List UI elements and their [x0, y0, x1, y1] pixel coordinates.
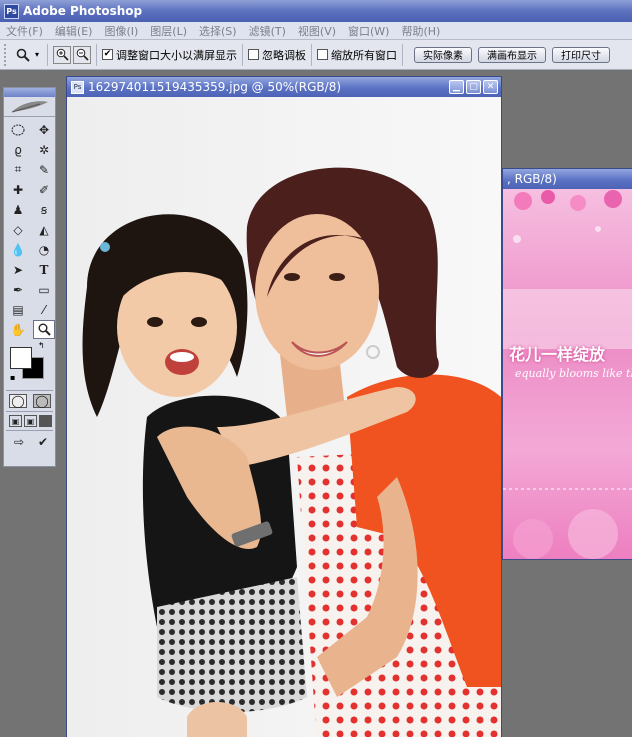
clone-stamp-icon[interactable]: ♟	[7, 200, 29, 219]
tool-preset-dropdown-icon[interactable]: ▾	[32, 46, 42, 64]
photoshop-logo-icon: Ps	[4, 3, 19, 19]
foreground-color-swatch[interactable]	[10, 347, 32, 369]
standard-mode-icon[interactable]: ◯	[9, 394, 27, 408]
document-icon: Ps	[71, 80, 84, 94]
separator	[47, 43, 48, 66]
app-title: Adobe Photoshop	[23, 4, 143, 18]
zoom-in-icon[interactable]	[53, 45, 71, 64]
family-photo	[82, 167, 501, 737]
ignore-palettes-checkbox[interactable]: 忽略调板	[248, 47, 306, 63]
resize-window-label: 调整窗口大小以满屏显示	[116, 48, 237, 62]
magic-wand-icon[interactable]: ✲	[33, 140, 55, 159]
marquee-tool-icon[interactable]	[7, 120, 29, 139]
document-window-main[interactable]: Ps 162974011519435359.jpg @ 50%(RGB/8) ▁…	[66, 76, 502, 737]
zoom-all-label: 缩放所有窗口	[331, 48, 397, 62]
fit-screen-button[interactable]: 满画布显示	[478, 46, 546, 63]
screen-mode-full-icon[interactable]	[39, 415, 52, 427]
history-brush-icon[interactable]: ꞩ	[33, 200, 55, 219]
menubar: 文件(F) 编辑(E) 图像(I) 图层(L) 选择(S) 滤镜(T) 视图(V…	[0, 22, 632, 40]
print-size-button[interactable]: 打印尺寸	[552, 46, 610, 63]
menu-image[interactable]: 图像(I)	[98, 23, 144, 39]
menu-window[interactable]: 窗口(W)	[342, 23, 395, 39]
divider	[6, 430, 53, 431]
separator	[311, 43, 312, 66]
menu-select[interactable]: 选择(S)	[193, 23, 243, 39]
resize-window-checkbox[interactable]: ✔ 调整窗口大小以满屏显示	[102, 47, 237, 63]
menu-file[interactable]: 文件(F)	[0, 23, 49, 39]
shape-tool-icon[interactable]: ▭	[33, 280, 55, 299]
photoshop-app: Ps Adobe Photoshop 文件(F) 编辑(E) 图像(I) 图层(…	[0, 0, 632, 737]
document-canvas-photo[interactable]	[67, 97, 501, 737]
app-titlebar: Ps Adobe Photoshop	[0, 0, 632, 22]
menu-view[interactable]: 视图(V)	[292, 23, 342, 39]
checkmark-icon[interactable]: ✔	[102, 49, 113, 60]
divider	[6, 390, 53, 391]
toolbox: ✥ ϱ ✲ ⌗ ✎ ✚ ✐ ♟ ꞩ ◇ ◭ 💧 ◔ ➤ T ✒ ▭ ▤ ⁄ ✋ …	[3, 87, 56, 467]
zoom-tool-icon[interactable]	[33, 320, 55, 339]
document-canvas-pink[interactable]: 花儿一样绽放 equally blooms like the	[503, 189, 632, 559]
eraser-tool-icon[interactable]: ◇	[7, 220, 29, 239]
ignore-palettes-label: 忽略调板	[262, 48, 306, 62]
pen-tool-icon[interactable]: ✒	[7, 280, 29, 299]
brush-tool-icon[interactable]: ✐	[33, 180, 55, 199]
blur-tool-icon[interactable]: 💧	[7, 240, 29, 259]
document-title: 162974011519435359.jpg @ 50%(RGB/8)	[88, 80, 342, 94]
separator	[96, 43, 97, 66]
checkbox-empty-icon[interactable]	[317, 49, 328, 60]
notes-tool-icon[interactable]: ▤	[7, 300, 29, 319]
default-colors-icon[interactable]: ▪	[10, 373, 15, 382]
lasso-tool-icon[interactable]: ϱ	[7, 140, 29, 159]
paint-bucket-icon[interactable]: ◭	[33, 220, 55, 239]
mask-mode-group: ◯ ◯	[4, 394, 55, 408]
actual-pixels-button[interactable]: 实际像素	[414, 46, 472, 63]
menu-layer[interactable]: 图层(L)	[144, 23, 193, 39]
document-titlebar[interactable]: Ps 162974011519435359.jpg @ 50%(RGB/8) ▁…	[67, 77, 501, 97]
eyedropper-icon[interactable]: ⁄	[33, 300, 55, 319]
quick-mask-icon[interactable]: ◯	[33, 394, 51, 408]
dodge-tool-icon[interactable]: ◔	[33, 240, 55, 259]
crop-tool-icon[interactable]: ⌗	[7, 160, 29, 179]
menu-edit[interactable]: 编辑(E)	[49, 23, 99, 39]
feather-logo-icon[interactable]	[4, 97, 55, 117]
jump-to-group: ⇨ ✔	[4, 434, 55, 450]
close-icon[interactable]: ✕	[483, 80, 498, 94]
options-grip[interactable]	[4, 43, 8, 66]
jump-to-imageready-icon[interactable]: ⇨	[9, 434, 29, 450]
type-tool-icon[interactable]: T	[33, 260, 55, 279]
document-window-back[interactable]: , RGB/8) 花儿一样绽放 equally blooms like the	[502, 168, 632, 560]
swap-colors-icon[interactable]: ↰	[38, 341, 45, 350]
checkbox-empty-icon[interactable]	[248, 49, 259, 60]
minimize-icon[interactable]: ▁	[449, 80, 464, 94]
path-select-icon[interactable]: ➤	[7, 260, 29, 279]
color-swatches: ↰ ▪	[10, 341, 55, 387]
document-titlebar[interactable]: , RGB/8)	[503, 169, 632, 189]
move-tool-icon[interactable]: ✥	[33, 120, 55, 139]
divider	[6, 411, 53, 412]
document-title: , RGB/8)	[507, 172, 557, 186]
window-controls: ▁ ▢ ✕	[449, 80, 501, 94]
separator	[402, 43, 403, 66]
separator	[242, 43, 243, 66]
zoom-icon[interactable]	[14, 46, 32, 64]
screen-mode-menu-icon[interactable]: ▣	[24, 415, 37, 427]
artwork-subtitle-text: equally blooms like the	[515, 367, 632, 380]
artwork-title-text: 花儿一样绽放	[509, 345, 606, 364]
slice-tool-icon[interactable]: ✎	[33, 160, 55, 179]
screen-mode-group: ▣ ▣	[4, 415, 55, 427]
screen-mode-standard-icon[interactable]: ▣	[9, 415, 22, 427]
maximize-icon[interactable]: ▢	[466, 80, 481, 94]
zoom-out-icon[interactable]	[73, 45, 91, 64]
tool-grid: ✥ ϱ ✲ ⌗ ✎ ✚ ✐ ♟ ꞩ ◇ ◭ 💧 ◔ ➤ T ✒ ▭ ▤ ⁄ ✋	[4, 117, 55, 339]
zoom-all-windows-checkbox[interactable]: 缩放所有窗口	[317, 47, 397, 63]
menu-filter[interactable]: 滤镜(T)	[243, 23, 292, 39]
checkmark-tool-icon[interactable]: ✔	[33, 434, 53, 450]
options-bar: ▾ ✔ 调整窗口大小以满屏显示 忽略调板 缩放所有窗口 实际像素 满画布显示 打…	[0, 40, 632, 70]
toolbox-header[interactable]	[4, 88, 55, 97]
hand-tool-icon[interactable]: ✋	[7, 320, 29, 339]
healing-brush-icon[interactable]: ✚	[7, 180, 29, 199]
menu-help[interactable]: 帮助(H)	[395, 23, 446, 39]
